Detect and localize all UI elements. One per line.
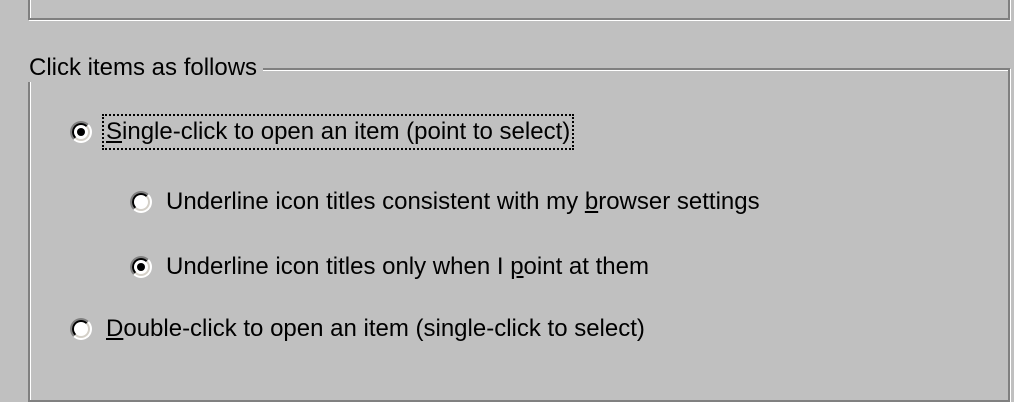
single-click-label: Single-click to open an item (point to s… bbox=[101, 114, 575, 150]
radio-selected-dot-icon bbox=[77, 128, 85, 136]
single-click-radio[interactable] bbox=[70, 121, 92, 143]
radio-selected-dot-icon bbox=[137, 263, 145, 271]
underline-on-point-label: Underline icon titles only when I point … bbox=[166, 253, 649, 280]
underline-browser-settings-radio-option[interactable]: Underline icon titles consistent with my… bbox=[130, 188, 760, 216]
click-items-group-title: Click items as follows bbox=[21, 54, 264, 82]
underline-browser-settings-radio[interactable] bbox=[130, 191, 152, 213]
underline-browser-settings-label: Underline icon titles consistent with my… bbox=[166, 188, 760, 215]
single-click-accel-key: S bbox=[106, 118, 123, 145]
single-click-radio-option[interactable]: Single-click to open an item (point to s… bbox=[70, 114, 575, 150]
double-click-label: Double-click to open an item (single-cli… bbox=[106, 315, 645, 342]
upper-group-box bbox=[28, 0, 1010, 20]
double-click-radio-option[interactable]: Double-click to open an item (single-cli… bbox=[70, 315, 645, 343]
double-click-radio[interactable] bbox=[70, 318, 92, 340]
radio-ring-icon bbox=[130, 191, 152, 213]
underline-on-point-radio-option[interactable]: Underline icon titles only when I point … bbox=[130, 253, 649, 281]
radio-ring-icon bbox=[70, 318, 92, 340]
double-click-accel-key: D bbox=[106, 315, 124, 342]
underline-point-accel-key: p bbox=[510, 253, 524, 280]
underline-browser-accel-key: b bbox=[584, 188, 599, 215]
underline-on-point-radio[interactable] bbox=[130, 256, 152, 278]
